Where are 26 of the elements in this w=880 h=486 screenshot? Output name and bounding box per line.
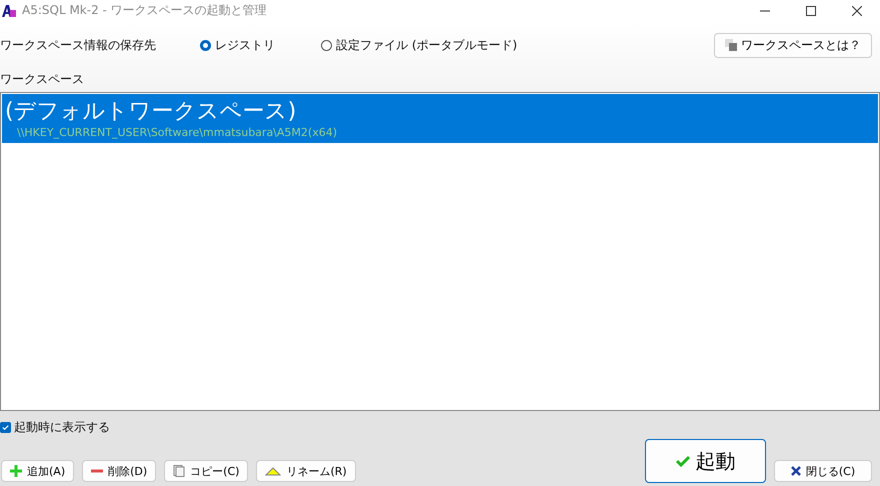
workspace-item[interactable]: (デフォルトワークスペース) \\HKEY_CURRENT_USER\Software\mmatsubara\A5M2(x64) — [2, 94, 878, 144]
copy-icon — [173, 465, 186, 477]
plus-icon — [10, 465, 22, 477]
close-icon[interactable] — [852, 6, 862, 16]
checkmark-icon — [676, 455, 690, 467]
storage-label: ワークスペース情報の保存先 — [0, 36, 156, 54]
window-title: A5:SQL Mk-2 - ワークスペースの起動と管理 — [22, 2, 267, 20]
start-button[interactable]: 起動 — [645, 439, 766, 483]
tick-icon — [1, 423, 10, 432]
toolbar-button[interactable]: 追加(A) — [1, 460, 74, 482]
workspace-label: ワークスペース — [0, 71, 85, 88]
toolbar-button[interactable]: リネーム(R) — [256, 460, 356, 482]
toolbar-button[interactable]: 削除(D) — [82, 460, 156, 482]
cross-icon — [790, 466, 801, 476]
maximize-icon[interactable] — [806, 6, 816, 16]
triangle-icon — [265, 466, 282, 476]
workspace-name: (デフォルトワークスペース) — [5, 98, 298, 126]
radio-option[interactable]: 設定ファイル (ポータブルモード) — [321, 36, 518, 54]
squares-icon — [725, 39, 737, 52]
workspace-path: \\HKEY_CURRENT_USER\Software\mmatsubara\A5M2(x64) — [16, 126, 338, 140]
close-button[interactable]: 閉じる(C) — [774, 460, 872, 482]
show-on-startup-checkbox[interactable]: 起動時に表示する — [0, 419, 880, 436]
help-button[interactable]: ワークスペースとは？ — [714, 32, 872, 58]
radio-option[interactable]: レジストリ — [200, 36, 275, 54]
toolbar-button[interactable]: コピー(C) — [164, 460, 248, 482]
app-logo-icon — [2, 4, 16, 17]
